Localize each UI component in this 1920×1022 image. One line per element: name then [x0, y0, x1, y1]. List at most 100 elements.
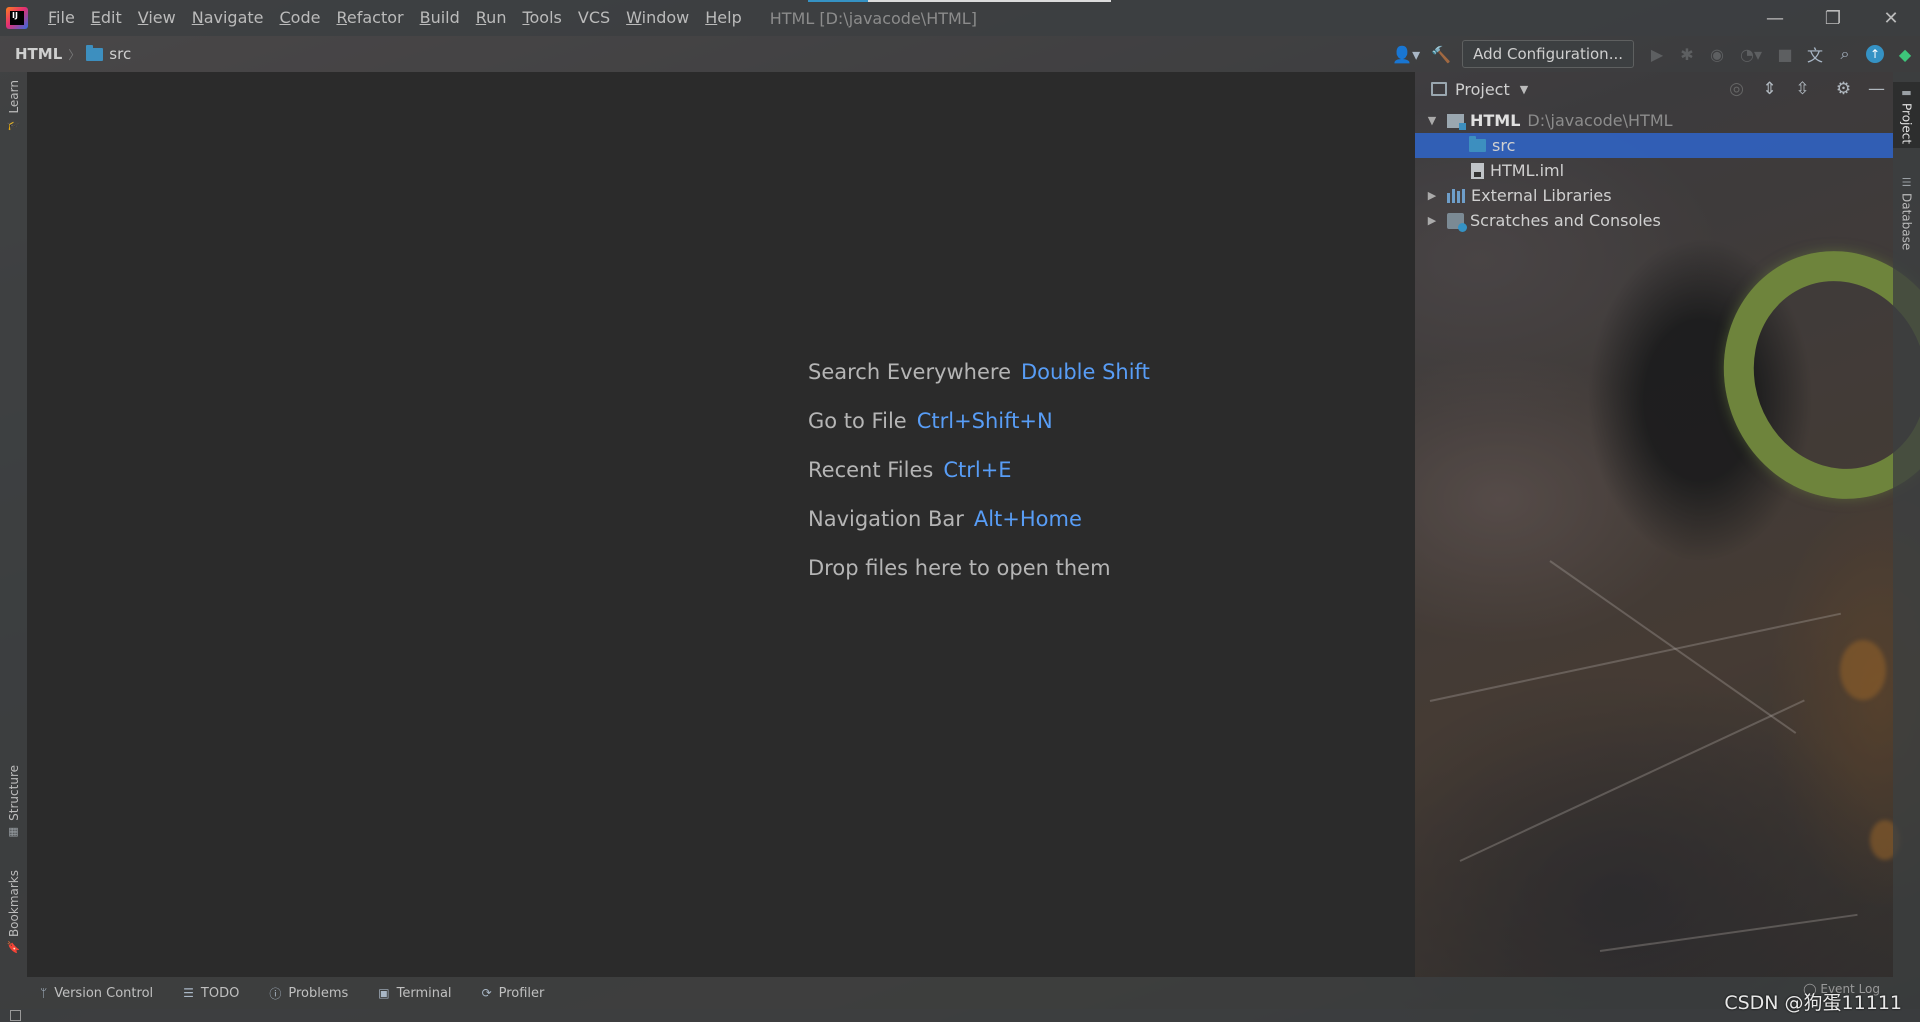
database-icon: ☰: [1901, 176, 1912, 189]
run-icon[interactable]: ▶: [1642, 39, 1672, 69]
editor-hint-row: Navigation Bar Alt+Home: [808, 507, 1150, 556]
tab-database[interactable]: ☰ Database: [1893, 172, 1920, 254]
editor-hint-label: Go to File: [808, 409, 907, 433]
menu-item-vcs[interactable]: VCS: [570, 0, 618, 36]
title-progress-strip: [808, 0, 1111, 2]
project-view-icon: [1431, 82, 1447, 96]
branch-icon: ᛘ: [40, 986, 48, 1000]
user-icon[interactable]: 👤▾: [1386, 39, 1426, 69]
tab-terminal-label: Terminal: [396, 985, 452, 1001]
menu-item-edit[interactable]: Edit: [83, 0, 130, 36]
menu-item-help[interactable]: Help: [697, 0, 749, 36]
tab-version-control[interactable]: ᛘ Version Control: [40, 986, 153, 1001]
menu-item-code[interactable]: Code: [272, 0, 329, 36]
tree-node-iml[interactable]: HTML.iml: [1415, 158, 1893, 183]
gear-icon[interactable]: ⚙: [1827, 79, 1860, 99]
coverage-icon[interactable]: ◉: [1702, 39, 1732, 69]
iml-file-icon: [1471, 162, 1484, 179]
terminal-icon: ▣: [378, 986, 390, 1000]
restore-button[interactable]: ❐: [1804, 0, 1862, 36]
editor-hint-row: Go to File Ctrl+Shift+N: [808, 409, 1150, 458]
menu-item-file[interactable]: File: [40, 0, 83, 36]
breadcrumb-project[interactable]: HTML: [15, 45, 62, 63]
editor-hint-row: Search Everywhere Double Shift: [808, 360, 1150, 409]
menu-item-tools[interactable]: Tools: [514, 0, 569, 36]
breadcrumb-folder-label: src: [109, 45, 132, 63]
tab-structure-label: Structure: [6, 765, 21, 821]
menu-item-refactor[interactable]: Refactor: [328, 0, 411, 36]
project-panel-toolbar: ◎ ⇕ ⇳ ⚙ —: [1720, 72, 1893, 106]
tab-bookmarks-label: Bookmarks: [6, 870, 21, 938]
tab-version-control-label: Version Control: [54, 985, 154, 1001]
info-icon: ⓘ: [269, 986, 282, 1001]
menu-item-window[interactable]: Window: [618, 0, 697, 36]
profiler-icon: ⟳: [481, 986, 492, 1000]
menu-item-build[interactable]: Build: [412, 0, 468, 36]
window-title: HTML [D:\javacode\HTML]: [769, 8, 977, 28]
tree-root-path: D:\javacode\HTML: [1527, 111, 1673, 130]
tab-profiler[interactable]: ⟳ Profiler: [482, 986, 545, 1001]
stop-icon[interactable]: ■: [1770, 39, 1800, 69]
left-tool-strip: Learn 🎓 Structure ▦ Bookmarks 🔖: [0, 72, 27, 977]
tab-todo[interactable]: ☰ TODO: [183, 986, 239, 1001]
project-tool-window: Project ▼ ◎ ⇕ ⇳ ⚙ — ▼ HTML D:\javacode\H…: [1414, 72, 1893, 977]
collapse-all-icon[interactable]: ⇳: [1786, 79, 1819, 99]
editor-hint-label: Drop files here to open them: [808, 556, 1111, 580]
tab-project[interactable]: ▬ Project: [1893, 82, 1920, 149]
tab-learn[interactable]: Learn 🎓: [0, 80, 27, 131]
hide-panel-icon[interactable]: —: [1860, 79, 1893, 99]
menu-item-navigate[interactable]: Navigate: [184, 0, 272, 36]
tree-node-scratches[interactable]: ▶ Scratches and Consoles: [1415, 208, 1893, 233]
tree-node-external-libraries[interactable]: ▶ External Libraries: [1415, 183, 1893, 208]
build-hammer-icon[interactable]: 🔨: [1426, 39, 1456, 69]
project-tree: ▼ HTML D:\javacode\HTML src HTML.iml ▶ E…: [1415, 108, 1893, 233]
update-icon[interactable]: ↑: [1860, 39, 1890, 69]
chevron-right-icon[interactable]: ▶: [1425, 189, 1439, 202]
project-view-selector[interactable]: Project: [1455, 80, 1510, 99]
search-icon[interactable]: ⌕: [1830, 39, 1860, 69]
tree-external-libraries-label: External Libraries: [1471, 186, 1612, 205]
folder-icon: [1469, 136, 1486, 152]
menu-item-run[interactable]: Run: [468, 0, 515, 36]
tab-bookmarks[interactable]: Bookmarks 🔖: [0, 870, 27, 954]
tool-windows-toggle-icon[interactable]: [10, 1010, 21, 1021]
close-button[interactable]: ✕: [1862, 0, 1920, 36]
editor-area[interactable]: Search Everywhere Double Shift Go to File C…: [27, 72, 1414, 977]
tab-structure[interactable]: Structure ▦: [0, 765, 27, 838]
scratches-icon: [1447, 212, 1467, 232]
minimize-button[interactable]: —: [1746, 0, 1804, 36]
watermark: CSDN @狗蛋11111: [1724, 992, 1902, 1014]
tab-problems-label: Problems: [288, 985, 349, 1001]
chevron-down-icon[interactable]: ▼: [1425, 114, 1439, 127]
translate-icon[interactable]: 文: [1800, 39, 1830, 69]
tree-iml-label: HTML.iml: [1490, 161, 1565, 180]
editor-hint-row: Recent Files Ctrl+E: [808, 458, 1150, 507]
menu-item-view[interactable]: View: [130, 0, 184, 36]
chevron-down-icon[interactable]: ▼: [1520, 83, 1528, 96]
editor-hint-shortcut: Ctrl+Shift+N: [916, 409, 1053, 433]
right-tool-strip: ▬ Project ☰ Database: [1893, 72, 1920, 977]
tab-problems[interactable]: ⓘ Problems: [269, 985, 348, 1002]
toolbox-icon[interactable]: ◆: [1890, 39, 1920, 69]
tab-database-label: Database: [1899, 193, 1914, 251]
tab-learn-label: Learn: [6, 80, 21, 114]
title-bar: IJ File Edit View Navigate Code Refactor Build…: [0, 0, 1920, 36]
intellij-logo-icon[interactable]: IJ: [6, 7, 28, 29]
editor-empty-hints: Search Everywhere Double Shift Go to File C…: [808, 360, 1150, 605]
profile-icon[interactable]: ◔▾: [1732, 39, 1770, 69]
module-icon: [1447, 113, 1466, 130]
tree-node-src[interactable]: src: [1415, 133, 1893, 158]
locate-icon[interactable]: ◎: [1720, 79, 1753, 99]
debug-icon[interactable]: ✱: [1672, 39, 1702, 69]
editor-hint-label: Navigation Bar: [808, 507, 964, 531]
tree-scratches-label: Scratches and Consoles: [1470, 211, 1661, 230]
breadcrumb-folder[interactable]: src: [86, 44, 132, 63]
structure-icon: ▦: [8, 824, 19, 838]
expand-all-icon[interactable]: ⇕: [1753, 79, 1786, 99]
navigation-bar: HTML 〉 src 👤▾ 🔨 Add Configuration... ▶ ✱…: [0, 36, 1920, 72]
tab-project-label: Project: [1899, 103, 1914, 145]
tab-terminal[interactable]: ▣ Terminal: [378, 986, 451, 1001]
chevron-right-icon[interactable]: ▶: [1425, 214, 1439, 227]
tree-node-root[interactable]: ▼ HTML D:\javacode\HTML: [1415, 108, 1893, 133]
add-configuration-button[interactable]: Add Configuration...: [1462, 40, 1634, 68]
